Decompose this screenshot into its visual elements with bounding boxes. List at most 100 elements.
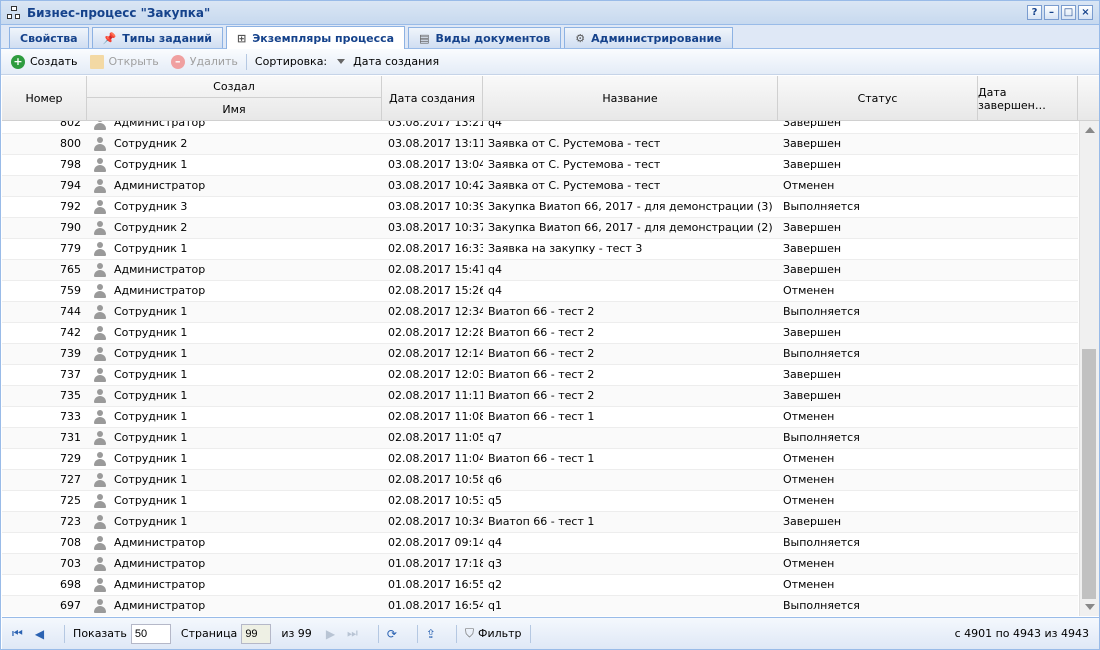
row-title: q4 (488, 284, 502, 297)
table-row[interactable]: 779 Сотрудник 1 02.08.2017 16:33 Заявка на … (2, 239, 1078, 260)
row-title: Виатоп 66 - тест 1 (488, 515, 595, 528)
export-icon[interactable]: ⇪ (426, 627, 436, 641)
table-row[interactable]: 742 Сотрудник 1 02.08.2017 12:28 Виатоп 66 … (2, 323, 1078, 344)
table-row[interactable]: 733 Сотрудник 1 02.08.2017 11:08 Виатоп 66 … (2, 407, 1078, 428)
page-label: Страница (180, 627, 238, 640)
table-row[interactable]: 729 Сотрудник 1 02.08.2017 11:04 Виатоп 66 … (2, 449, 1078, 470)
table-row[interactable]: 790 Сотрудник 2 03.08.2017 10:37 Закупка Ви… (2, 218, 1078, 239)
business-process-window: Бизнес-процесс "Закупка" ? – □ × Свойств… (0, 0, 1100, 650)
row-title: q3 (488, 557, 502, 570)
document-icon: ▤ (419, 31, 430, 45)
sort-dropdown[interactable]: Дата создания (327, 55, 439, 68)
prev-page-icon[interactable]: ◀ (35, 627, 44, 641)
refresh-icon[interactable]: ⟳ (387, 627, 397, 641)
user-icon (94, 431, 106, 445)
row-user-name: Администратор (114, 263, 206, 276)
table-row[interactable]: 735 Сотрудник 1 02.08.2017 11:11 Виатоп 66 … (2, 386, 1078, 407)
table-row[interactable]: 725 Сотрудник 1 02.08.2017 10:53 q5 Отменен (2, 491, 1078, 512)
row-user: Сотрудник 3 (94, 197, 384, 217)
scroll-thumb[interactable] (1082, 349, 1096, 599)
sort-label: Сортировка: (254, 55, 328, 68)
vertical-scrollbar[interactable] (1079, 121, 1099, 616)
close-button[interactable]: × (1078, 5, 1093, 20)
row-user: Администратор (94, 176, 384, 196)
table-row[interactable]: 731 Сотрудник 1 02.08.2017 11:05 q7 Выполняе… (2, 428, 1078, 449)
user-icon (94, 536, 106, 550)
row-user: Администратор (94, 575, 384, 595)
table-row[interactable]: 802 Администратор 03.08.2017 13:21 q4 Заверш… (2, 121, 1078, 134)
column-header-status[interactable]: Статус (778, 76, 978, 121)
row-status: Отменен (783, 494, 835, 507)
table-row[interactable]: 739 Сотрудник 1 02.08.2017 12:14 Виатоп 66 … (2, 344, 1078, 365)
column-header-created-date[interactable]: Дата создания (382, 76, 483, 121)
page-input[interactable] (241, 623, 272, 644)
scroll-down-icon[interactable] (1085, 604, 1095, 610)
tab-document-types[interactable]: ▤ Виды документов (408, 27, 562, 48)
row-title: q6 (488, 473, 502, 486)
table-row[interactable]: 727 Сотрудник 1 02.08.2017 10:58 q6 Отменен (2, 470, 1078, 491)
filter-button[interactable]: Фильтр (478, 627, 522, 640)
tab-label: Администрирование (591, 31, 722, 45)
user-icon (94, 158, 106, 172)
row-created-date: 02.08.2017 15:26 (388, 284, 483, 297)
row-user-name: Сотрудник 1 (114, 515, 188, 528)
row-number: 697 (60, 599, 81, 612)
column-header-number[interactable]: Номер (2, 76, 87, 121)
table-row[interactable]: 744 Сотрудник 1 02.08.2017 12:34 Виатоп 66 … (2, 302, 1078, 323)
page-size-input[interactable] (130, 623, 171, 644)
row-title: Виатоп 66 - тест 1 (488, 452, 595, 465)
maximize-button[interactable]: □ (1061, 5, 1076, 20)
row-number: 727 (60, 473, 81, 486)
first-page-icon[interactable]: ⏮ (12, 626, 23, 641)
column-header-finished-date[interactable]: Дата завершен… (978, 76, 1078, 121)
help-button[interactable]: ? (1027, 5, 1042, 20)
row-user: Сотрудник 2 (94, 218, 384, 238)
scroll-up-icon[interactable] (1085, 127, 1095, 133)
table-row[interactable]: 765 Администратор 02.08.2017 15:41 q4 Заверш… (2, 260, 1078, 281)
tab-task-types[interactable]: 📌 Типы заданий (91, 27, 224, 48)
next-page-icon[interactable]: ▶ (326, 627, 335, 641)
row-created-date: 02.08.2017 12:03 (388, 368, 483, 381)
row-status: Завершен (783, 137, 842, 150)
row-user: Сотрудник 1 (94, 323, 384, 343)
row-status: Выполняется (783, 200, 860, 213)
table-row[interactable]: 737 Сотрудник 1 02.08.2017 12:03 Виатоп 66 … (2, 365, 1078, 386)
user-icon (94, 389, 106, 403)
row-title: Виатоп 66 - тест 2 (488, 347, 595, 360)
table-row[interactable]: 703 Администратор 01.08.2017 17:18 q3 Отмене… (2, 554, 1078, 575)
row-created-date: 03.08.2017 13:11 (388, 137, 483, 150)
table-row[interactable]: 708 Администратор 02.08.2017 09:14 q4 Выполн… (2, 533, 1078, 554)
row-user-name: Администратор (114, 284, 206, 297)
pager-separator (64, 624, 66, 643)
row-created-date: 03.08.2017 13:21 (388, 121, 483, 129)
open-button[interactable]: Открыть (89, 54, 159, 69)
tab-process-instances[interactable]: ⊞ Экземпляры процесса (226, 26, 406, 49)
table-row[interactable]: 792 Сотрудник 3 03.08.2017 10:39 Закупка Ви… (2, 197, 1078, 218)
create-button[interactable]: + Создать (11, 54, 78, 69)
table-row[interactable]: 759 Администратор 02.08.2017 15:26 q4 Отмене… (2, 281, 1078, 302)
row-title: q4 (488, 263, 502, 276)
tab-label: Экземпляры процесса (252, 31, 395, 45)
tab-label: Виды документов (435, 31, 551, 45)
row-user-name: Сотрудник 1 (114, 389, 188, 402)
tab-properties[interactable]: Свойства (9, 27, 89, 48)
delete-button[interactable]: – Удалить (170, 54, 238, 69)
table-row[interactable]: 698 Администратор 01.08.2017 16:55 q2 Отмене… (2, 575, 1078, 596)
table-row[interactable]: 794 Администратор 03.08.2017 10:42 Заявка о… (2, 176, 1078, 197)
row-created-date: 02.08.2017 12:28 (388, 326, 483, 339)
column-header-title[interactable]: Название (483, 76, 778, 121)
table-row[interactable]: 798 Сотрудник 1 03.08.2017 13:04 Заявка от … (2, 155, 1078, 176)
filter-icon[interactable]: ⛉ (465, 626, 474, 641)
row-user-name: Сотрудник 3 (114, 200, 188, 213)
pager: ⏮ ◀ Показать Страница из 99 ▶ ⏭ ⟳ ⇪ ⛉ Фи… (2, 617, 1099, 649)
table-row[interactable]: 723 Сотрудник 1 02.08.2017 10:34 Виатоп 66 … (2, 512, 1078, 533)
pager-separator (529, 624, 531, 643)
last-page-icon[interactable]: ⏭ (347, 626, 358, 641)
minimize-button[interactable]: – (1044, 5, 1059, 20)
row-title: Заявка от С. Рустемова - тест (488, 179, 661, 192)
table-row[interactable]: 800 Сотрудник 2 03.08.2017 13:11 Заявка от … (2, 134, 1078, 155)
table-row[interactable]: 697 Администратор 01.08.2017 16:54 q1 Выполн… (2, 596, 1078, 616)
sort-arrow-icon (337, 59, 346, 64)
tab-administration[interactable]: ⚙ Администрирование (564, 27, 733, 48)
column-header-user-name[interactable]: Имя (87, 98, 382, 121)
